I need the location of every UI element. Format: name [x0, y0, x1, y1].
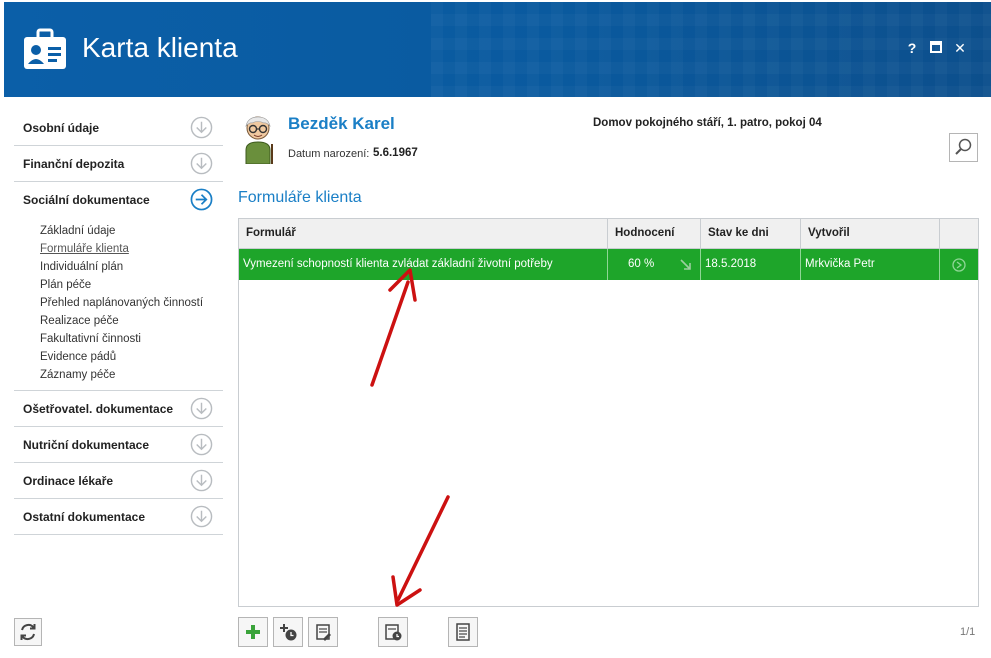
page-indicator: 1/1 [960, 626, 976, 638]
title-bar: Karta klienta ? ✕ [4, 2, 991, 97]
maximize-icon [930, 41, 942, 53]
id-card-icon [24, 28, 66, 69]
sidebar-section-financni-depozita[interactable]: Finanční depozita [14, 146, 223, 182]
sidebar-section-ostatni-dokumentace[interactable]: Ostatní dokumentace [14, 499, 223, 535]
client-avatar [245, 116, 273, 164]
rating-value: 60 % [628, 258, 655, 270]
edit-document-icon [316, 624, 331, 641]
sidebar-section-osetrovatel-dokumentace[interactable]: Ošetřovatel. dokumentace [14, 391, 223, 427]
document-button[interactable] [448, 617, 478, 647]
chevron-down-icon [190, 116, 213, 139]
section-label: Ostatní dokumentace [23, 509, 146, 524]
column-header-formular[interactable]: Formulář [239, 219, 608, 248]
column-header-vytvoril[interactable]: Vytvořil [801, 219, 940, 248]
cell-rating: 60 % [608, 249, 701, 280]
sidebar-section-osobni-udaje[interactable]: Osobní údaje [14, 110, 223, 146]
table-header: Formulář Hodnocení Stav ke dni Vytvořil [239, 219, 978, 249]
section-label: Ordinace lékaře [23, 473, 114, 488]
refresh-icon [20, 623, 36, 641]
dob-value: 5.6.1967 [373, 147, 418, 159]
column-header-stav-ke-dni[interactable]: Stav ke dni [701, 219, 801, 248]
sidebar-section-socialni-dokumentace[interactable]: Sociální dokumentace [14, 182, 223, 218]
column-header-hodnoceni[interactable]: Hodnocení [608, 219, 701, 248]
form-history-button[interactable] [378, 617, 408, 647]
arrow-right-icon [190, 188, 213, 211]
sidebar-item-prehled-cinnosti[interactable]: Přehled naplánovaných činností [40, 294, 223, 312]
sidebar-item-zakladni-udaje[interactable]: Základní údaje [40, 222, 223, 240]
search-icon [955, 138, 972, 155]
row-detail-icon[interactable] [952, 258, 966, 272]
window-title: Karta klienta [82, 32, 238, 63]
dob-label: Datum narození: [288, 148, 370, 160]
forms-table: Formulář Hodnocení Stav ke dni Vytvořil … [238, 218, 979, 607]
sidebar-nav: Osobní údaje Finanční depozita Sociální … [14, 110, 223, 535]
column-header-actions [940, 219, 978, 248]
maximize-button[interactable] [926, 40, 946, 56]
cell-author: Mrkvička Petr [801, 249, 940, 280]
client-name: Bezděk Karel [288, 114, 395, 133]
section-label: Nutriční dokumentace [23, 437, 150, 452]
add-form-button[interactable] [238, 617, 268, 647]
document-clock-icon [385, 624, 402, 641]
section-label: Finanční depozita [23, 156, 125, 171]
section-label: Osobní údaje [23, 120, 100, 135]
sidebar-item-realizace-pece[interactable]: Realizace péče [40, 312, 223, 330]
cell-action [940, 249, 978, 280]
close-button[interactable]: ✕ [950, 40, 970, 57]
chevron-down-icon [190, 505, 213, 528]
chevron-down-icon [190, 433, 213, 456]
chevron-down-icon [190, 152, 213, 175]
refresh-button[interactable] [14, 618, 42, 646]
sidebar-item-formulare-klienta[interactable]: Formuláře klienta [40, 240, 223, 258]
help-button[interactable]: ? [902, 40, 922, 56]
chevron-down-icon [190, 397, 213, 420]
add-scheduled-button[interactable] [273, 617, 303, 647]
sidebar-section-nutricni-dokumentace[interactable]: Nutriční dokumentace [14, 427, 223, 463]
client-location: Domov pokojného stáří, 1. patro, pokoj 0… [593, 117, 822, 129]
cell-form: Vymezení schopností klienta zvládat zákl… [239, 249, 608, 280]
trend-down-icon [680, 259, 691, 270]
document-icon [456, 623, 470, 641]
sidebar-item-plan-pece[interactable]: Plán péče [40, 276, 223, 294]
sidebar-subitems: Základní údaje Formuláře klienta Individ… [14, 218, 223, 391]
cell-date: 18.5.2018 [701, 249, 801, 280]
sidebar-item-individualni-plan[interactable]: Individuální plán [40, 258, 223, 276]
search-button[interactable] [949, 133, 978, 162]
sidebar-item-zaznamy-pece[interactable]: Záznamy péče [40, 366, 223, 384]
add-clock-icon [280, 624, 297, 641]
section-label: Sociální dokumentace [23, 193, 150, 207]
plus-icon [246, 625, 260, 639]
sidebar-section-ordinace-lekare[interactable]: Ordinace lékaře [14, 463, 223, 499]
table-row[interactable]: Vymezení schopností klienta zvládat zákl… [239, 249, 978, 280]
forms-section-title: Formuláře klienta [238, 189, 362, 206]
sidebar-item-fakultativni-cinnosti[interactable]: Fakultativní činnosti [40, 330, 223, 348]
sidebar-item-evidence-padu[interactable]: Evidence pádů [40, 348, 223, 366]
edit-form-button[interactable] [308, 617, 338, 647]
chevron-down-icon [190, 469, 213, 492]
section-label: Ošetřovatel. dokumentace [23, 401, 174, 416]
